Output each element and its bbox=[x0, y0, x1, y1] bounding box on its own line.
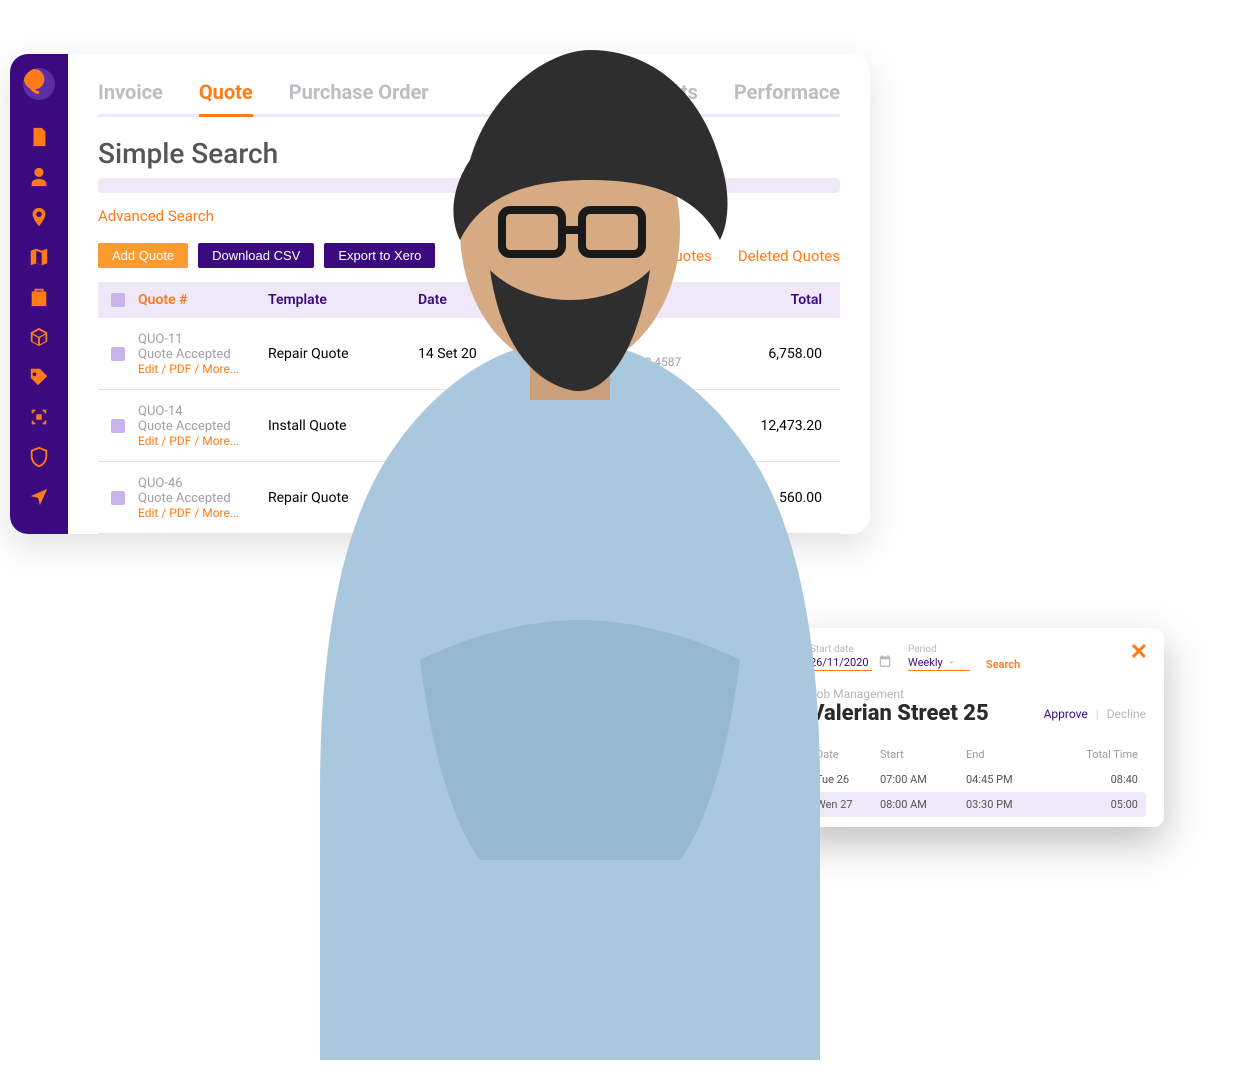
quote-number: QUO-11 bbox=[138, 332, 268, 347]
tab-bar: Invoice Quote Purchase Order Payments Pe… bbox=[98, 80, 840, 117]
sidebar bbox=[10, 54, 68, 534]
approve-button[interactable]: Approve bbox=[1044, 707, 1088, 721]
row-checkbox[interactable] bbox=[111, 347, 125, 361]
tab-payments[interactable]: Payments bbox=[608, 80, 698, 104]
tab-quote[interactable]: Quote bbox=[199, 80, 253, 104]
col-template[interactable]: Template bbox=[268, 292, 418, 308]
row-actions[interactable]: Edit / PDF / More... bbox=[138, 434, 268, 448]
col-account[interactable]: Account bbox=[588, 292, 740, 308]
quote-number: QUO-14 bbox=[138, 404, 268, 419]
map-icon[interactable] bbox=[28, 246, 50, 268]
all-quotes-link[interactable]: All Quotes bbox=[643, 247, 712, 265]
quote-status: Quote Accepted bbox=[138, 347, 268, 362]
quote-total: 560.00 bbox=[740, 490, 840, 506]
table-row[interactable]: QUO-46 Quote Accepted Edit / PDF / More.… bbox=[98, 462, 840, 534]
ts-start: 07:00 AM bbox=[880, 773, 966, 786]
tab-invoice[interactable]: Invoice bbox=[98, 80, 163, 104]
quote-template: Repair Quote bbox=[268, 490, 418, 506]
quotes-app-window: Invoice Quote Purchase Order Payments Pe… bbox=[10, 54, 870, 534]
quote-date: 14 Set 20 bbox=[418, 346, 588, 362]
ts-date: Wen 27 bbox=[810, 798, 880, 811]
quote-status: Quote Accepted bbox=[138, 491, 268, 506]
ts-total: 05:00 bbox=[1052, 798, 1146, 811]
app-logo-icon bbox=[23, 68, 55, 100]
ts-col-total: Total Time bbox=[1052, 748, 1146, 761]
box-icon[interactable] bbox=[28, 326, 50, 348]
document-icon[interactable] bbox=[28, 126, 50, 148]
timesheet-popup: Start date 26/11/2020 Period Weekly Sear… bbox=[792, 628, 1164, 827]
ts-end: 03:30 PM bbox=[966, 798, 1052, 811]
location-arrow-icon[interactable] bbox=[28, 486, 50, 508]
decline-button[interactable]: Decline bbox=[1107, 707, 1146, 721]
user-icon[interactable] bbox=[28, 166, 50, 188]
quote-template: Repair Quote bbox=[268, 346, 418, 362]
divider: | bbox=[1096, 707, 1099, 721]
account-address: 587 bbox=[588, 419, 740, 433]
job-title: Valerian Street 25 bbox=[810, 701, 989, 726]
account-address: Avenue, VIC 4587 bbox=[588, 355, 740, 369]
timesheet-table: Date Start End Total Time Tue 26 07:00 A… bbox=[810, 742, 1146, 817]
search-link[interactable]: Search bbox=[986, 658, 1020, 671]
page-title: Simple Search bbox=[98, 137, 840, 170]
timesheet-row[interactable]: Tue 26 07:00 AM 04:45 PM 08:40 bbox=[810, 767, 1146, 792]
quote-number: QUO-46 bbox=[138, 476, 268, 491]
ts-date: Tue 26 bbox=[810, 773, 880, 786]
frame-icon[interactable] bbox=[28, 406, 50, 428]
col-total[interactable]: Total bbox=[740, 292, 840, 308]
calendar-icon[interactable] bbox=[878, 654, 892, 671]
export-xero-button[interactable]: Export to Xero bbox=[324, 243, 435, 268]
account-name: ith bbox=[588, 339, 740, 355]
col-date[interactable]: Date bbox=[418, 292, 588, 308]
table-row[interactable]: QUO-14 Quote Accepted Edit / PDF / More.… bbox=[98, 390, 840, 462]
clipboard-icon[interactable] bbox=[28, 286, 50, 308]
quote-template: Install Quote bbox=[268, 418, 418, 434]
col-quote[interactable]: Quote # bbox=[138, 292, 268, 308]
period-label: Period bbox=[908, 644, 970, 655]
toolbar: Add Quote Download CSV Export to Xero Al… bbox=[98, 243, 840, 268]
quote-status: Quote Accepted bbox=[138, 419, 268, 434]
download-csv-button[interactable]: Download CSV bbox=[198, 243, 314, 268]
start-date-label: Start date bbox=[810, 644, 872, 655]
breadcrumb: Job Management bbox=[810, 687, 1146, 701]
close-icon[interactable]: ✕ bbox=[1130, 640, 1148, 665]
row-actions[interactable]: Edit / PDF / More... bbox=[138, 362, 268, 376]
timesheet-row[interactable]: Wen 27 08:00 AM 03:30 PM 05:00 bbox=[810, 792, 1146, 817]
ts-total: 08:40 bbox=[1052, 773, 1146, 786]
chevron-down-icon bbox=[947, 658, 956, 667]
add-quote-button[interactable]: Add Quote bbox=[98, 243, 188, 268]
tab-performance[interactable]: Performace bbox=[734, 80, 840, 104]
shield-icon[interactable] bbox=[28, 446, 50, 468]
row-checkbox[interactable] bbox=[111, 491, 125, 505]
quote-total: 12,473.20 bbox=[740, 418, 840, 434]
tag-icon[interactable] bbox=[28, 366, 50, 388]
period-value: Weekly bbox=[908, 656, 943, 669]
ts-col-start: Start bbox=[880, 748, 966, 761]
row-actions[interactable]: Edit / PDF / More... bbox=[138, 506, 268, 520]
row-checkbox[interactable] bbox=[111, 419, 125, 433]
ts-col-date: Date bbox=[810, 748, 880, 761]
table-header: Quote # Template Date Account Total bbox=[98, 282, 840, 318]
ts-col-end: End bbox=[966, 748, 1052, 761]
search-input[interactable] bbox=[98, 178, 840, 193]
tab-purchase-order[interactable]: Purchase Order bbox=[289, 80, 429, 104]
advanced-search-link[interactable]: Advanced Search bbox=[98, 207, 840, 225]
deleted-quotes-link[interactable]: Deleted Quotes bbox=[738, 247, 840, 265]
ts-start: 08:00 AM bbox=[880, 798, 966, 811]
main-panel: Invoice Quote Purchase Order Payments Pe… bbox=[68, 54, 870, 534]
start-date-input[interactable]: 26/11/2020 bbox=[810, 655, 872, 671]
ts-end: 04:45 PM bbox=[966, 773, 1052, 786]
quote-total: 6,758.00 bbox=[740, 346, 840, 362]
quote-date: 30 Out 2 bbox=[418, 418, 588, 434]
select-all-checkbox[interactable] bbox=[111, 293, 125, 307]
table-row[interactable]: QUO-11 Quote Accepted Edit / PDF / More.… bbox=[98, 318, 840, 390]
pin-icon[interactable] bbox=[28, 206, 50, 228]
period-select[interactable]: Weekly bbox=[908, 655, 970, 671]
quotes-table: Quote # Template Date Account Total QUO-… bbox=[98, 282, 840, 534]
